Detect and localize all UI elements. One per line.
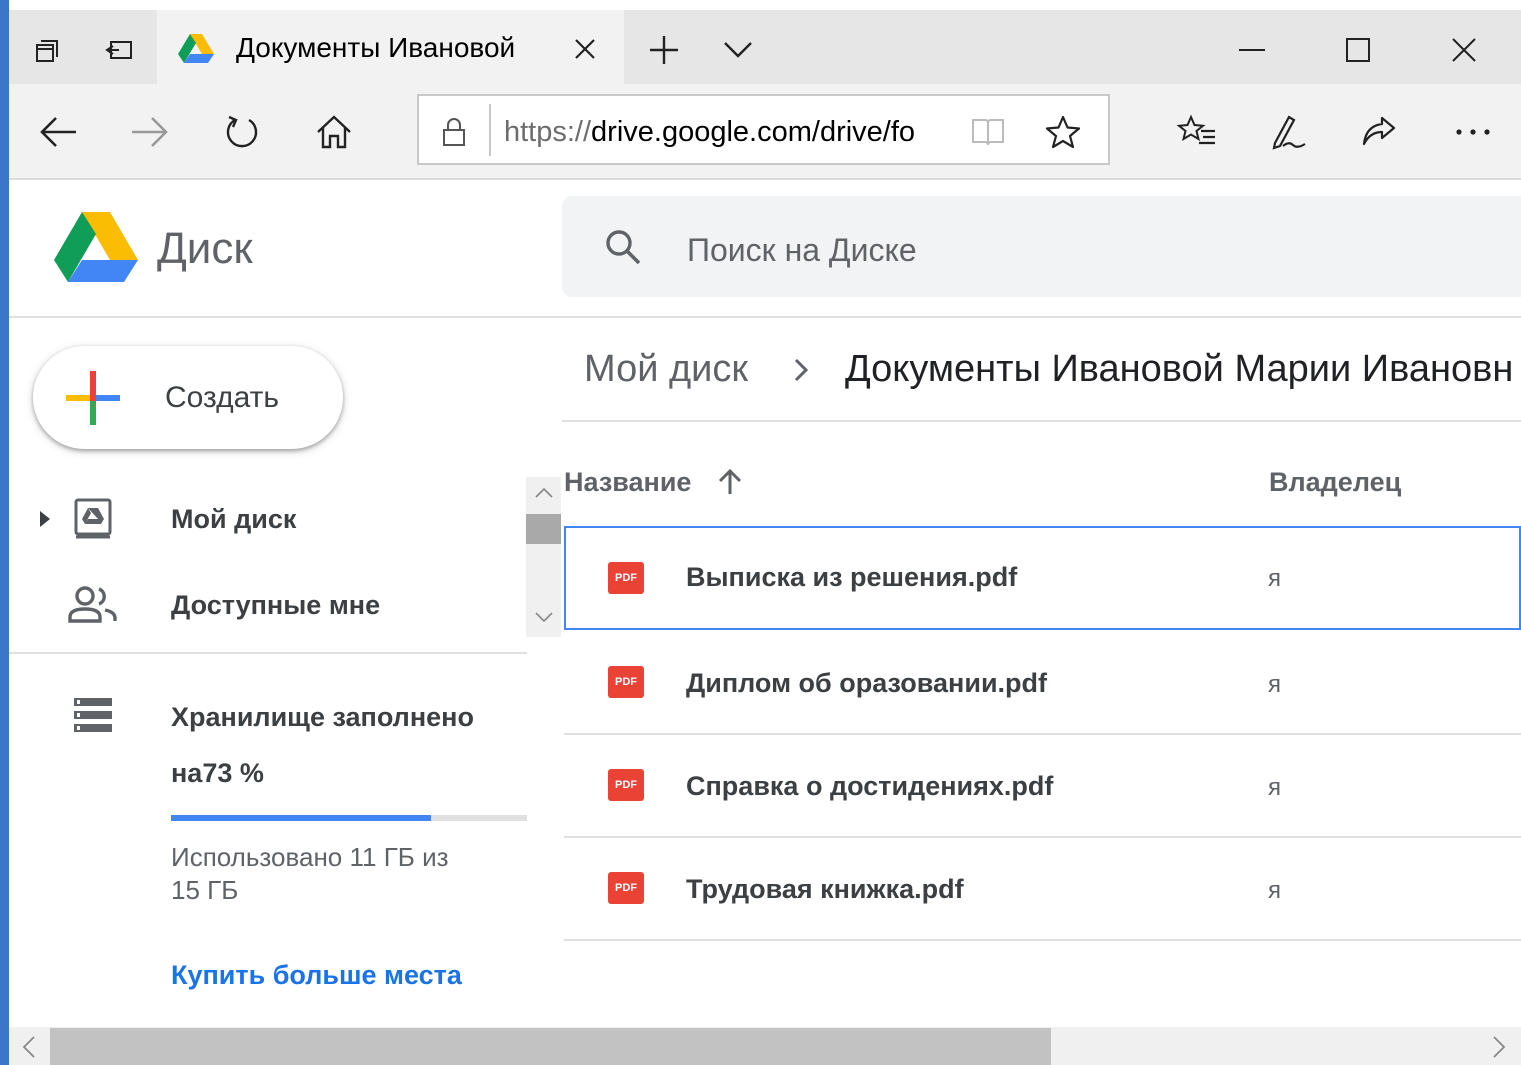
shared-with-me-icon — [66, 584, 120, 626]
breadcrumb-chevron-icon — [786, 352, 816, 388]
reading-view-icon[interactable] — [966, 112, 1010, 152]
scroll-up-arrow-icon[interactable] — [526, 480, 561, 506]
address-separator — [489, 104, 491, 156]
tab-groups-icon[interactable] — [28, 30, 68, 70]
breadcrumb-root[interactable]: Мой диск — [584, 346, 748, 392]
tab-list-chevron-icon[interactable] — [716, 30, 760, 70]
maximize-icon[interactable] — [1336, 28, 1380, 72]
file-row[interactable]: PDF Трудовая книжка.pdf я — [564, 838, 1521, 940]
file-name: Справка о достидениях.pdf — [686, 771, 1054, 801]
search-icon[interactable] — [600, 224, 646, 270]
file-owner: я — [1268, 877, 1281, 904]
plus-multicolor-icon — [66, 371, 120, 425]
favorites-hub-icon[interactable] — [1174, 110, 1220, 154]
url-protocol: https:// — [504, 116, 592, 148]
scroll-left-arrow-icon[interactable] — [12, 1030, 46, 1064]
tab-close-icon[interactable] — [566, 30, 604, 68]
storage-bar-fill — [171, 815, 431, 821]
file-row[interactable]: PDF Выписка из решения.pdf я — [564, 528, 1521, 632]
file-name: Диплом об оразовании.pdf — [686, 668, 1048, 698]
sidebar-item-shared-with-me[interactable]: Доступные мне — [171, 588, 380, 622]
header-divider — [9, 316, 1521, 318]
pdf-file-icon: PDF — [608, 562, 644, 594]
favorite-star-icon[interactable] — [1040, 110, 1086, 154]
storage-label: Хранилище заполнено — [171, 702, 474, 732]
file-owner: я — [1268, 774, 1281, 801]
sort-ascending-arrow-icon[interactable] — [714, 466, 746, 498]
storage-used-line2: 15 ГБ — [171, 875, 239, 905]
minimize-icon[interactable] — [1230, 30, 1274, 70]
pdf-file-icon: PDF — [608, 769, 644, 801]
file-row[interactable]: PDF Справка о достидениях.pdf я — [564, 735, 1521, 837]
horizontal-scrollbar-thumb[interactable] — [50, 1028, 1051, 1065]
create-button-label: Создать — [165, 381, 280, 414]
scroll-down-arrow-icon[interactable] — [526, 604, 561, 630]
lock-icon[interactable] — [436, 112, 472, 152]
web-note-pen-icon[interactable] — [1266, 110, 1312, 154]
set-tabs-aside-icon[interactable] — [100, 30, 140, 70]
scrollbar-thumb[interactable] — [526, 514, 561, 544]
sidebar-divider — [9, 652, 527, 654]
row-divider — [564, 939, 1521, 941]
home-icon[interactable] — [310, 108, 358, 156]
scroll-right-arrow-icon[interactable] — [1482, 1030, 1516, 1064]
file-owner: я — [1268, 565, 1281, 592]
breadcrumb-current[interactable]: Документы Ивановой Марии Ивановн — [845, 346, 1521, 392]
more-dots-icon[interactable] — [1450, 110, 1496, 154]
window-close-icon[interactable] — [1442, 28, 1486, 72]
app-title: Диск — [157, 224, 253, 273]
column-header-owner[interactable]: Владелец — [1269, 465, 1401, 499]
my-drive-icon — [70, 496, 116, 542]
buy-storage-link[interactable]: Купить больше места — [171, 958, 462, 992]
storage-used-line1: Использовано 11 ГБ из — [171, 842, 449, 872]
refresh-icon[interactable] — [218, 108, 266, 156]
back-icon[interactable] — [34, 108, 82, 156]
drive-favicon-icon — [176, 30, 216, 66]
file-name: Трудовая книжка.pdf — [686, 874, 964, 904]
column-header-name[interactable]: Название — [564, 465, 691, 499]
forward-icon[interactable] — [126, 108, 174, 156]
window-frame — [0, 0, 9, 1065]
file-name: Выписка из решения.pdf — [686, 562, 1018, 592]
drive-logo-icon[interactable] — [54, 210, 138, 284]
pdf-file-icon: PDF — [608, 666, 644, 698]
breadcrumb-divider — [562, 420, 1521, 422]
url-host-path: drive.google.com/drive/fo — [591, 116, 916, 148]
new-tab-icon[interactable] — [642, 28, 686, 72]
search-input[interactable]: Поиск на Диске — [687, 230, 917, 270]
storage-percent: на73 % — [171, 758, 264, 788]
file-row[interactable]: PDF Диплом об оразовании.pdf я — [564, 632, 1521, 734]
share-icon[interactable] — [1356, 110, 1402, 154]
storage-bar-track — [171, 815, 527, 821]
file-owner: я — [1268, 671, 1281, 698]
address-url[interactable]: https://drive.google.com/drive/fo — [504, 114, 915, 150]
pdf-file-icon: PDF — [608, 872, 644, 904]
sidebar-item-my-drive[interactable]: Мой диск — [171, 502, 296, 536]
expand-arrow-icon[interactable] — [34, 506, 56, 532]
tab-title: Документы Ивановой — [236, 32, 516, 63]
storage-icon — [70, 694, 116, 736]
